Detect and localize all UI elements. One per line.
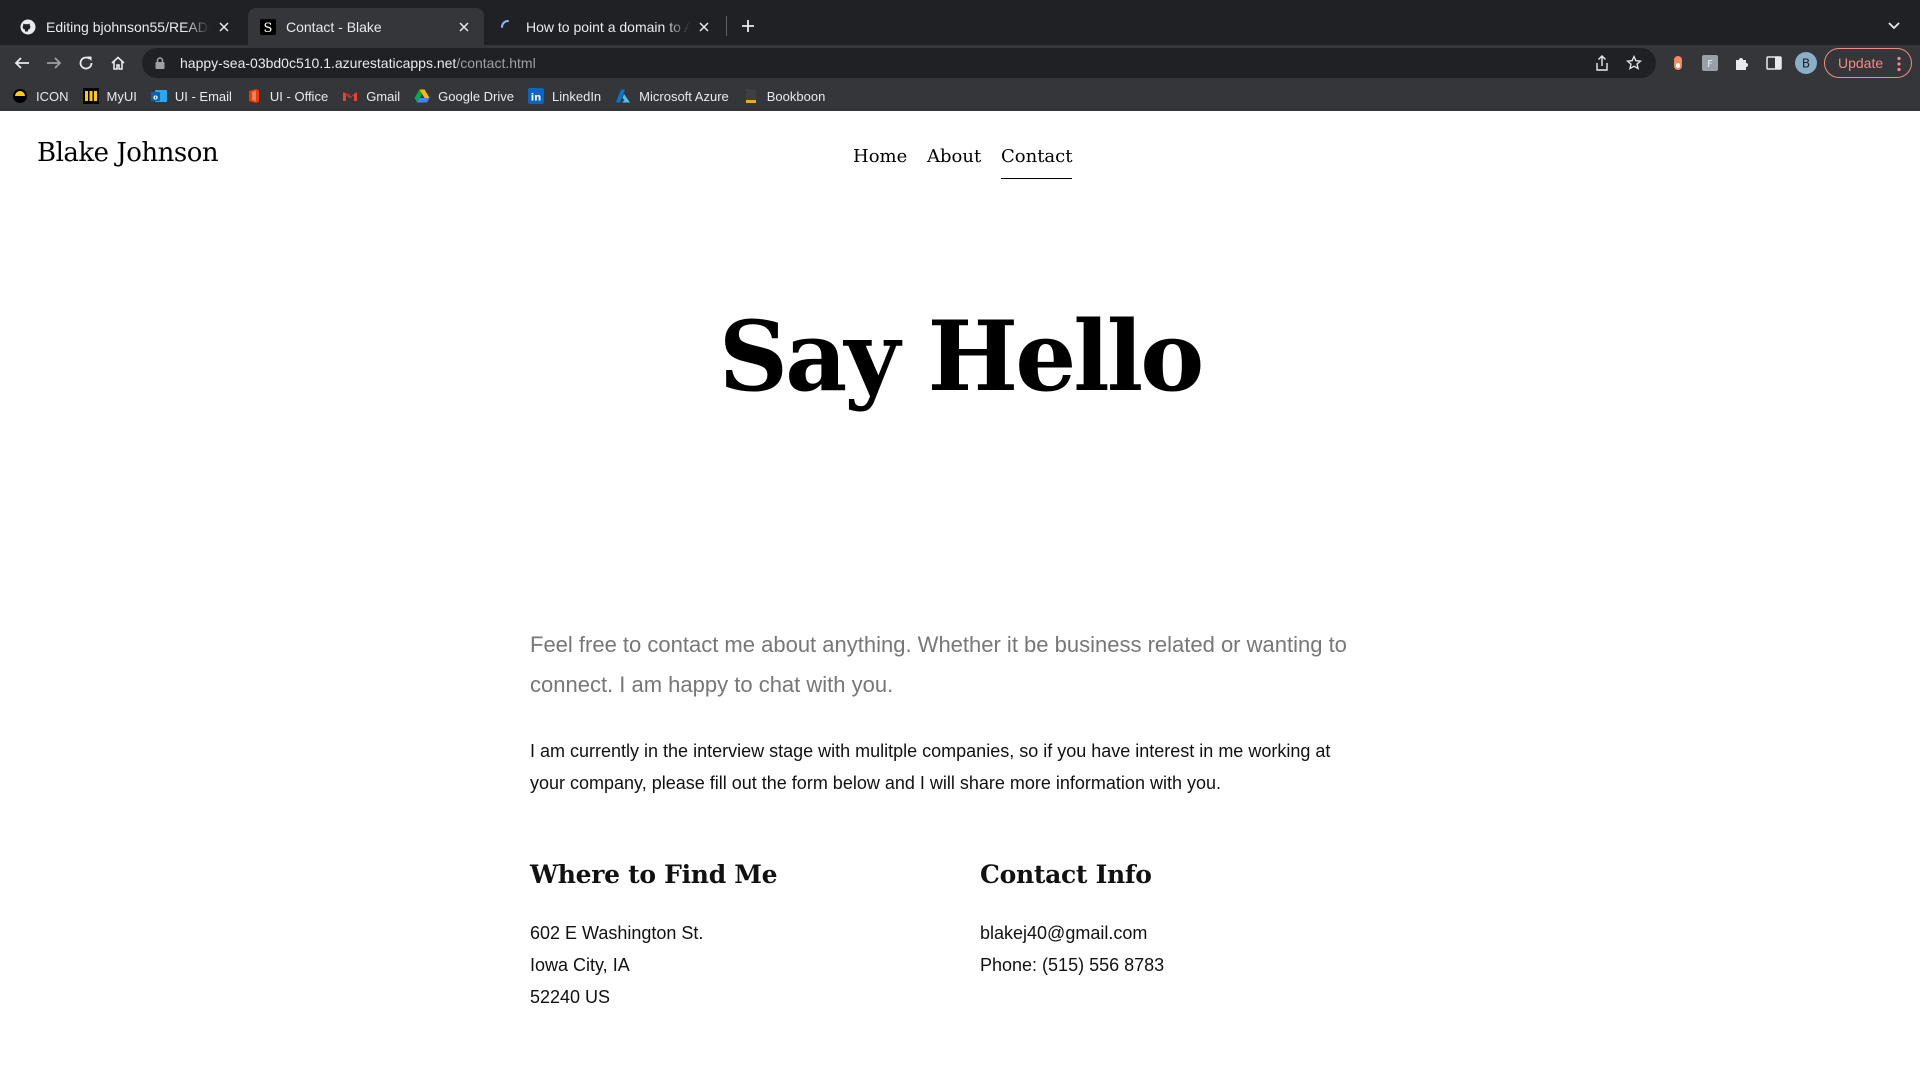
bookmark-icon[interactable]: ICON	[12, 88, 69, 104]
url-text: happy-sea-03bd0c510.1.azurestaticapps.ne…	[180, 55, 536, 71]
tab-title: Contact - Blake	[286, 18, 382, 35]
back-arrow-icon[interactable]	[8, 49, 36, 77]
bookmark-star-icon[interactable]	[1626, 55, 1642, 71]
bookboon-icon	[743, 88, 759, 104]
svg-text:S: S	[264, 21, 273, 35]
intro-paragraph-line: I am currently in the interview stage wi…	[530, 741, 1331, 761]
site-title-link[interactable]: Blake Johnson	[37, 138, 219, 168]
lock-icon[interactable]	[152, 55, 168, 71]
intro-paragraph-line: your company, please fill out the form b…	[530, 773, 1221, 793]
browser-tab-strip: Editing bjohnson55/README.md S Contact -…	[0, 0, 1920, 45]
intro-lead-line: connect. I am happy to chat with you.	[530, 672, 894, 697]
bookmark-gmail[interactable]: Gmail	[342, 88, 400, 104]
svg-text:F: F	[1707, 59, 1713, 70]
tab-search-chevron-icon[interactable]	[1882, 14, 1906, 38]
linkedin-icon: in	[528, 88, 545, 104]
myui-icon	[82, 88, 99, 104]
svg-text:in: in	[531, 93, 542, 104]
office-icon	[246, 88, 262, 104]
nav-contact[interactable]: Contact	[1001, 146, 1073, 179]
bookmark-microsoft-azure[interactable]: Microsoft Azure	[615, 88, 729, 104]
extension-gray-icon[interactable]: F	[1698, 51, 1722, 75]
where-to-find-me-heading: Where to Find Me	[530, 860, 778, 889]
bookmark-ui-email[interactable]: o UI - Email	[150, 88, 232, 104]
nav-home[interactable]: Home	[853, 146, 907, 167]
intro-paragraph: I am currently in the interview stage wi…	[530, 735, 1410, 799]
outlook-icon: o	[150, 88, 167, 104]
bookmark-google-drive[interactable]: Google Drive	[414, 88, 514, 104]
new-tab-plus-icon[interactable]	[736, 14, 760, 38]
nav-about[interactable]: About	[927, 146, 981, 167]
update-button[interactable]: Update	[1824, 48, 1912, 78]
forward-arrow-icon[interactable]	[40, 49, 68, 77]
profile-avatar[interactable]: B	[1794, 51, 1818, 75]
address-bar[interactable]: happy-sea-03bd0c510.1.azurestaticapps.ne…	[142, 48, 1656, 78]
address-city: Iowa City, IA	[530, 955, 630, 975]
bookmark-myui[interactable]: MyUI	[82, 88, 137, 104]
intro-lead: Feel free to contact me about anything. …	[530, 625, 1400, 705]
contact-email[interactable]: blakej40@gmail.com	[980, 923, 1147, 944]
url-path: /contact.html	[456, 55, 536, 71]
address-zip: 52240 US	[530, 987, 611, 1007]
squarespace-s-icon: S	[260, 18, 276, 35]
contact-phone: Phone: (515) 556 8783	[980, 955, 1165, 975]
share-icon[interactable]	[1594, 55, 1610, 71]
bookmark-bookboon[interactable]: Bookboon	[743, 88, 825, 104]
bookmark-linkedin[interactable]: in LinkedIn	[528, 88, 601, 104]
tab-separator	[726, 16, 727, 36]
extensions-puzzle-icon[interactable]	[1730, 51, 1754, 75]
side-panel-icon[interactable]	[1762, 51, 1786, 75]
bookmarks-bar: ICON MyUI o UI - Email UI - Office Gmail…	[0, 81, 1920, 111]
close-tab-icon[interactable]	[456, 19, 472, 35]
tab-title: Editing bjohnson55/README.md	[46, 18, 210, 35]
close-tab-icon[interactable]	[696, 19, 712, 35]
azure-icon	[615, 88, 631, 104]
home-icon[interactable]	[104, 49, 132, 77]
reload-icon[interactable]	[72, 49, 100, 77]
icon-bookmark-icon	[12, 88, 28, 104]
browser-tab-contact[interactable]: S Contact - Blake	[248, 8, 484, 45]
bookmark-ui-office[interactable]: UI - Office	[246, 88, 328, 104]
intro-lead-line: Feel free to contact me about anything. …	[530, 632, 1347, 657]
browser-toolbar: happy-sea-03bd0c510.1.azurestaticapps.ne…	[0, 45, 1920, 81]
browser-tab-github[interactable]: Editing bjohnson55/README.md	[8, 8, 244, 45]
more-vertical-icon	[1897, 56, 1901, 75]
browser-tab-azure-domain[interactable]: How to point a domain to Azure	[488, 8, 724, 45]
address-street: 602 E Washington St.	[530, 923, 704, 943]
update-label: Update	[1838, 55, 1884, 71]
page-title: Say Hello	[718, 300, 1204, 413]
github-icon	[20, 19, 36, 35]
tab-title: How to point a domain to Azure	[526, 18, 690, 35]
google-drive-icon	[414, 88, 430, 104]
profile-initial: B	[1802, 57, 1810, 71]
close-tab-icon[interactable]	[216, 19, 232, 35]
svg-text:o: o	[153, 94, 158, 102]
gmail-icon	[342, 88, 358, 104]
loading-spinner-icon	[500, 19, 516, 35]
url-host: happy-sea-03bd0c510.1.azurestaticapps.ne…	[180, 55, 457, 71]
contact-info-heading: Contact Info	[980, 860, 1152, 889]
extension-orange-icon[interactable]	[1666, 51, 1690, 75]
